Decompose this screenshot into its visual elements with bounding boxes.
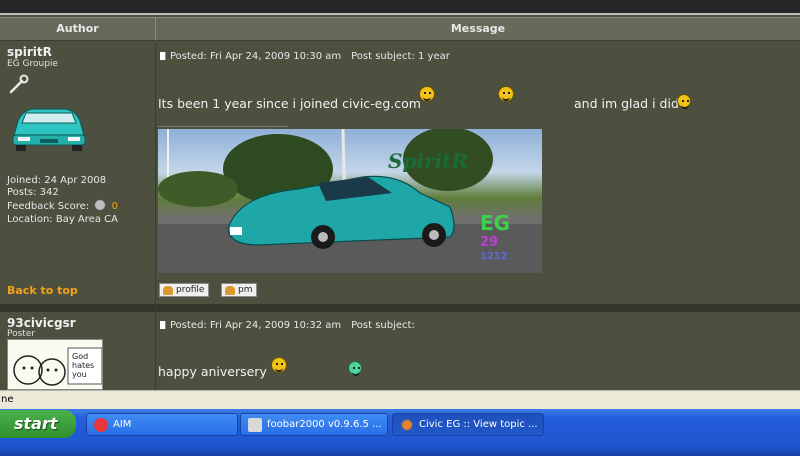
posted-date: Posted: Fri Apr 24, 2009 10:32 am [170,320,342,331]
post-text-part2: and im glad i did [574,96,679,111]
browser-top-edge [0,0,800,15]
profile-icon [163,286,173,295]
firefox-icon [400,418,414,432]
pm-button[interactable]: pm [221,283,258,297]
author-column-header: Author [0,17,155,41]
feedback-score: Feedback Score: 0 [7,199,118,213]
aim-icon [94,418,108,432]
post-1: spiritR EG Groupie Joined: 24 Apr 2008 P… [0,41,800,304]
pm-button-label: pm [238,285,253,295]
joined-date: Joined: 24 Apr 2008 [7,175,107,186]
signature-number: 29 [480,235,499,250]
profile-button-label: profile [176,285,205,295]
taskbar-item-foobar[interactable]: foobar2000 v0.9.6.5 ... [240,413,388,436]
post-2: 93civicgsr Poster Posted: Fri Apr 24, 20… [0,312,800,390]
posted-date: Posted: Fri Apr 24, 2009 10:30 am [170,51,342,62]
taskbar-item-label: foobar2000 v0.9.6.5 ... [267,419,382,430]
post-separator [0,304,800,312]
post-author-username[interactable]: spiritR [7,45,52,59]
signature-image: SpiritR EG 29 1212 [158,129,542,273]
thumbsup-smiley-icon [271,357,287,373]
post-text-part1: Its been 1 year since i joined civic-eg.… [158,96,421,111]
taskbar-item-aim[interactable]: AIM [86,413,238,436]
thumbsup-smiley-icon-2 [498,86,514,102]
post-author-username[interactable]: 93civicgsr [7,316,76,330]
post-author-rank: EG Groupie [7,59,58,69]
feedback-score-value[interactable]: 0 [112,201,118,212]
post-subject: Post subject: [351,320,415,331]
message-column-header: Message [155,17,800,41]
feedback-score-label: Feedback Score: [7,201,90,212]
post-meta: Posted: Fri Apr 24, 2009 10:32 am Post su… [160,320,415,331]
start-button[interactable]: start [0,410,76,438]
post-count: Posts: 342 [7,187,59,198]
signature-tag: EG [480,211,511,235]
foobar-icon [248,418,262,432]
user-avatar: God hates you [7,339,103,390]
signature-divider [158,126,288,127]
pm-icon [225,286,235,295]
wrench-icon [9,74,29,94]
post-subject: Post subject: 1 year [351,51,450,62]
signature-number-2: 1212 [480,251,508,262]
post-author-rank: Poster [7,329,36,339]
thumbsup-green-smiley-icon [348,361,362,376]
post-text: happy aniversery [158,364,267,379]
location: Location: Bay Area CA [7,214,118,225]
avatar-caption: God hates you [72,352,95,379]
profile-button[interactable]: profile [159,283,210,297]
windows-taskbar: start AIM foobar2000 v0.9.6.5 ... Civic … [0,409,800,456]
browser-status-bar: ne [0,390,800,409]
taskbar-item-firefox[interactable]: Civic EG :: View topic ... [392,413,544,436]
car-avatar [12,108,86,151]
grin-smiley-icon [677,94,691,109]
thumbsup-smiley-icon [419,86,435,102]
back-to-top-link[interactable]: Back to top [7,284,78,297]
signature-logo: SpiritR [388,149,469,173]
column-divider [155,41,156,390]
post-icon [160,52,166,60]
taskbar-item-label: AIM [113,419,132,430]
post-icon [160,321,166,329]
feedback-face-icon [94,199,107,211]
post-meta: Posted: Fri Apr 24, 2009 10:30 am Post su… [160,51,450,62]
taskbar-item-label: Civic EG :: View topic ... [419,419,538,430]
